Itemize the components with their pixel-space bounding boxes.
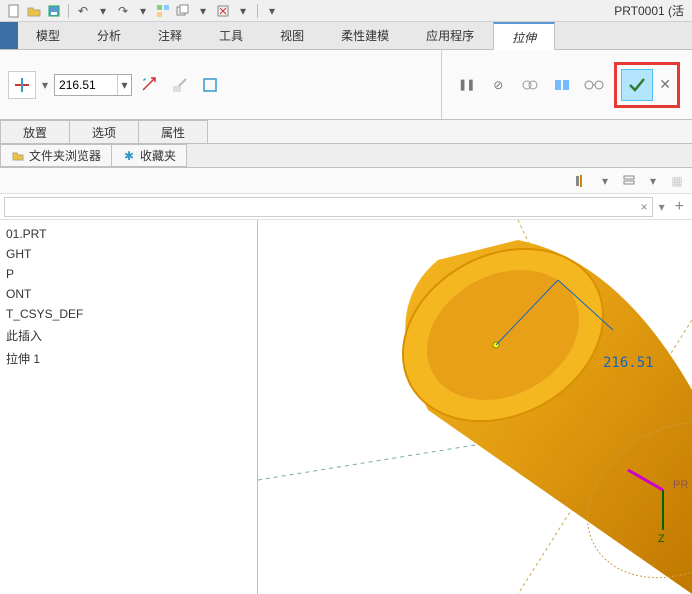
tab-flex[interactable]: 柔性建模 [323, 22, 408, 49]
tree-node[interactable]: T_CSYS_DEF [6, 304, 251, 324]
tab-extrude[interactable]: 拉伸 [493, 22, 555, 50]
browser-tabs: 文件夹浏览器 ✱ 收藏夹 [0, 144, 692, 168]
quick-access-toolbar: ↶ ▾ ↷ ▾ ▾ ▾ ▾ PRT0001 (活 [0, 0, 692, 22]
subtab-options[interactable]: 选项 [69, 120, 139, 143]
content-area: 01.PRT GHT P ONT T_CSYS_DEF 此插入 拉伸 1 [0, 220, 692, 594]
chevron-down-icon[interactable]: ▾ [194, 2, 212, 20]
open-icon[interactable] [25, 2, 43, 20]
tab-label: 文件夹浏览器 [29, 147, 101, 164]
tab-annotate[interactable]: 注释 [140, 22, 201, 49]
attached-preview-icon[interactable] [550, 73, 574, 97]
window-title: PRT0001 (活 [282, 2, 688, 19]
tree-node[interactable]: 此插入 [6, 324, 251, 347]
filter-icon[interactable] [620, 172, 638, 190]
subtab-placement[interactable]: 放置 [0, 120, 70, 143]
ribbon-panel: ▾ ▾ ❚❚ ⊘ ✕ [0, 50, 692, 120]
tab-apps[interactable]: 应用程序 [408, 22, 493, 49]
chevron-down-icon[interactable]: ▾ [94, 2, 112, 20]
depth-field[interactable] [55, 78, 117, 92]
tree-node[interactable]: 01.PRT [6, 224, 251, 244]
new-icon[interactable] [5, 2, 23, 20]
feature-subtabs: 放置 选项 属性 [0, 120, 692, 144]
graphics-viewport[interactable]: Z PR 216.51 [258, 220, 692, 594]
depth-dropdown-icon[interactable]: ▾ [117, 75, 131, 95]
tab-tools[interactable]: 工具 [201, 22, 262, 49]
depth-value-input[interactable]: ▾ [54, 74, 132, 96]
svg-text:Z: Z [658, 533, 665, 545]
dimension-label[interactable]: 216.51 [603, 355, 654, 371]
flip-direction-icon[interactable] [138, 73, 162, 97]
tree-toolbar: ▾ ▾ ▦ [0, 168, 692, 194]
model-tree[interactable]: 01.PRT GHT P ONT T_CSYS_DEF 此插入 拉伸 1 [0, 220, 258, 594]
tree-node[interactable]: ONT [6, 284, 251, 304]
close-win-icon[interactable] [214, 2, 232, 20]
glasses-icon[interactable] [582, 73, 606, 97]
confirm-button[interactable] [621, 69, 653, 101]
show-icon[interactable]: ▦ [668, 172, 686, 190]
remove-material-icon[interactable] [168, 73, 192, 97]
cancel-button[interactable]: ✕ [657, 76, 673, 93]
favorites-icon: ✱ [122, 149, 136, 163]
thicken-icon[interactable] [198, 73, 222, 97]
chevron-down-icon[interactable]: ▾ [644, 172, 662, 190]
add-icon[interactable]: + [671, 198, 688, 216]
file-menu-button[interactable] [0, 22, 18, 49]
confirm-highlight: ✕ [614, 62, 680, 108]
depth-type-button[interactable] [8, 71, 36, 99]
folder-icon [11, 149, 25, 163]
chevron-down-icon[interactable]: ▾ [596, 172, 614, 190]
tab-folder-browser[interactable]: 文件夹浏览器 [0, 144, 112, 167]
tab-favorites[interactable]: ✱ 收藏夹 [111, 144, 187, 167]
tab-model[interactable]: 模型 [18, 22, 79, 49]
undo-icon[interactable]: ↶ [74, 2, 92, 20]
tree-search-row: × ▾ + [0, 194, 692, 220]
svg-text:PR: PR [673, 479, 688, 491]
tools-icon[interactable] [572, 172, 590, 190]
no-preview-icon[interactable]: ⊘ [486, 73, 510, 97]
chevron-down-icon[interactable]: ▾ [42, 78, 48, 92]
clear-search-icon[interactable]: × [637, 200, 652, 214]
chevron-down-icon[interactable]: ▾ [134, 2, 152, 20]
tab-view[interactable]: 视图 [262, 22, 323, 49]
save-icon[interactable] [45, 2, 63, 20]
tab-label: 收藏夹 [140, 147, 176, 164]
subtab-properties[interactable]: 属性 [138, 120, 208, 143]
regen-icon[interactable] [154, 2, 172, 20]
tab-analysis[interactable]: 分析 [79, 22, 140, 49]
redo-icon[interactable]: ↷ [114, 2, 132, 20]
pause-icon[interactable]: ❚❚ [454, 73, 478, 97]
search-dropdown-icon[interactable]: ▾ [657, 200, 667, 214]
tree-search-input[interactable]: × [4, 197, 653, 217]
tree-node[interactable]: 拉伸 1 [6, 347, 251, 370]
chevron-down-icon[interactable]: ▾ [234, 2, 252, 20]
qat-customize-icon[interactable]: ▾ [263, 2, 281, 20]
tree-node[interactable]: GHT [6, 244, 251, 264]
unattached-icon[interactable] [518, 73, 542, 97]
tree-node[interactable]: P [6, 264, 251, 284]
windows-icon[interactable] [174, 2, 192, 20]
ribbon-tabs: 模型 分析 注释 工具 视图 柔性建模 应用程序 拉伸 [0, 22, 692, 50]
